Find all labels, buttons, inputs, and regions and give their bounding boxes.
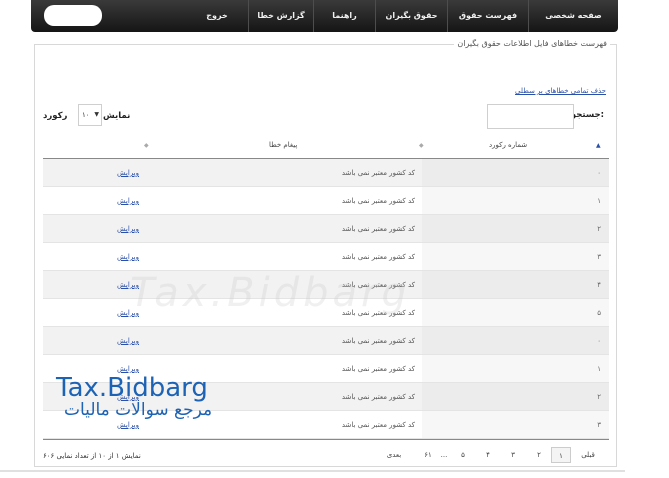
record-number: ۰ bbox=[597, 169, 601, 177]
sort-icon[interactable]: ◆ bbox=[144, 132, 149, 159]
show-label: نمایش bbox=[103, 111, 131, 121]
record-number: ۱ bbox=[597, 197, 601, 205]
record-number: ۵ bbox=[597, 309, 601, 317]
table-row: ۲ کد کشور معتبر نمی باشد ویرایش bbox=[43, 215, 609, 243]
page-length-value: ۱۰ bbox=[82, 111, 90, 119]
brand-watermark: Tax.Bidbarg bbox=[56, 373, 208, 403]
pagination-page-4[interactable]: ۴ bbox=[478, 447, 498, 463]
record-number: ۳ bbox=[597, 253, 601, 261]
pagination-page-1[interactable]: ۱ bbox=[551, 447, 571, 463]
delete-all-errors-link[interactable]: حذف تمامی خطاهای بر سطلی bbox=[515, 87, 606, 95]
edit-link[interactable]: ویرایش bbox=[117, 215, 139, 243]
faint-watermark: Tax.Bidbarg bbox=[130, 270, 411, 316]
table-info: نمایش ۱ از ۱۰ از تعداد نمایی ۶۰۶ bbox=[43, 452, 141, 460]
table-row: ۰ کد کشور معتبر نمی باشد ویرایش bbox=[43, 327, 609, 355]
edit-link[interactable]: ویرایش bbox=[117, 159, 139, 187]
pagination-prev[interactable]: قبلی bbox=[573, 447, 603, 463]
panel-title: فهرست خطاهای فایل اطلاعات حقوق بگیران bbox=[454, 39, 610, 48]
error-message: کد کشور معتبر نمی باشد bbox=[341, 197, 415, 205]
pagination-ellipsis: ... bbox=[440, 451, 448, 459]
edit-link[interactable]: ویرایش bbox=[117, 243, 139, 271]
error-message: کد کشور معتبر نمی باشد bbox=[341, 169, 415, 177]
pagination-page-5[interactable]: ۵ bbox=[453, 447, 473, 463]
column-header-record-no[interactable]: شماره رکورد bbox=[489, 132, 527, 159]
page-length-select[interactable]: ۱۰ ▼ bbox=[78, 104, 102, 126]
nav-item-salary-list[interactable]: فهرست حقوق bbox=[448, 0, 528, 32]
brand-tagline: مرجع سوالات مالیات bbox=[64, 400, 213, 420]
sort-icon[interactable]: ◆ bbox=[419, 132, 424, 159]
table-header: ▲ شماره رکورد ◆ پیغام خطا ◆ bbox=[43, 132, 609, 159]
edit-link[interactable]: ویرایش bbox=[117, 327, 139, 355]
edit-link[interactable]: ویرایش bbox=[117, 187, 139, 215]
record-cell-bg bbox=[422, 327, 609, 354]
column-header-error-message[interactable]: پیغام خطا bbox=[269, 132, 297, 159]
error-message: کد کشور معتبر نمی باشد bbox=[341, 337, 415, 345]
pagination-page-last[interactable]: ۶۱ bbox=[418, 447, 438, 463]
search-label: جستجو: bbox=[570, 110, 604, 120]
table-row: ۱ کد کشور معتبر نمی باشد ویرایش bbox=[43, 187, 609, 215]
nav-item-salary-earners[interactable]: حقوق بگیران bbox=[376, 0, 447, 32]
record-cell-bg bbox=[422, 355, 609, 382]
nav-item-help[interactable]: راهنما bbox=[314, 0, 375, 32]
record-cell-bg bbox=[422, 187, 609, 214]
record-number: ۲ bbox=[597, 393, 601, 401]
user-avatar-badge bbox=[44, 5, 102, 26]
record-cell-bg bbox=[422, 271, 609, 298]
top-navbar: خروج گزارش خطا راهنما حقوق بگیران فهرست … bbox=[31, 0, 618, 32]
record-cell-bg bbox=[422, 383, 609, 410]
error-message: کد کشور معتبر نمی باشد bbox=[341, 225, 415, 233]
table-bottom-rule bbox=[43, 439, 609, 440]
records-label: رکورد bbox=[43, 111, 68, 121]
record-number: ۲ bbox=[597, 225, 601, 233]
sort-asc-icon[interactable]: ▲ bbox=[596, 132, 601, 159]
bottom-divider bbox=[0, 470, 625, 472]
record-cell-bg bbox=[422, 243, 609, 270]
error-message: کد کشور معتبر نمی باشد bbox=[341, 365, 415, 373]
search-input[interactable] bbox=[487, 104, 574, 129]
error-message: کد کشور معتبر نمی باشد bbox=[341, 253, 415, 261]
nav-item-profile[interactable]: صفحه شخصی bbox=[529, 0, 618, 32]
record-number: ۱ bbox=[597, 365, 601, 373]
record-cell-bg bbox=[422, 215, 609, 242]
caret-down-icon: ▼ bbox=[94, 111, 99, 118]
table-row: ۳ کد کشور معتبر نمی باشد ویرایش bbox=[43, 243, 609, 271]
record-number: ۳ bbox=[597, 421, 601, 429]
record-number: ۰ bbox=[597, 337, 601, 345]
record-cell-bg bbox=[422, 159, 609, 186]
record-number: ۴ bbox=[597, 281, 601, 289]
table-row: ۰ کد کشور معتبر نمی باشد ویرایش bbox=[43, 159, 609, 187]
nav-item-report-error[interactable]: گزارش خطا bbox=[249, 0, 313, 32]
pagination-page-2[interactable]: ۲ bbox=[529, 447, 549, 463]
pagination-next[interactable]: بعدی bbox=[379, 447, 409, 463]
record-cell-bg bbox=[422, 411, 609, 438]
error-message: کد کشور معتبر نمی باشد bbox=[341, 393, 415, 401]
pagination-page-3[interactable]: ۳ bbox=[503, 447, 523, 463]
record-cell-bg bbox=[422, 299, 609, 326]
error-message: کد کشور معتبر نمی باشد bbox=[341, 421, 415, 429]
nav-item-logout[interactable]: خروج bbox=[186, 0, 248, 32]
